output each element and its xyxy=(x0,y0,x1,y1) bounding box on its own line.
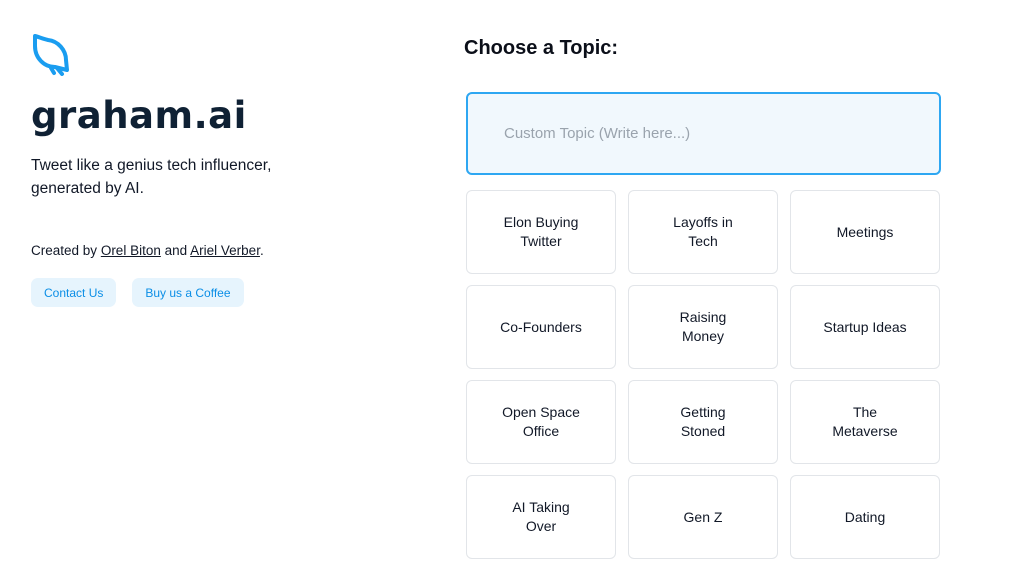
buy-coffee-button[interactable]: Buy us a Coffee xyxy=(132,278,244,307)
sidebar: graham.ai Tweet like a genius tech influ… xyxy=(31,30,331,307)
topic-grid: Elon Buying Twitter Layoffs in Tech Meet… xyxy=(466,190,942,559)
topic-card[interactable]: Startup Ideas xyxy=(790,285,940,369)
page-title: Choose a Topic: xyxy=(464,37,619,59)
topic-card[interactable]: Meetings xyxy=(790,190,940,274)
topic-panel: Choose a Topic: Elon Buying Twitter Layo… xyxy=(464,36,942,559)
topic-card[interactable]: Layoffs in Tech xyxy=(628,190,778,274)
tagline: Tweet like a genius tech influencer, gen… xyxy=(31,157,272,197)
topic-card[interactable]: The Metaverse xyxy=(790,380,940,464)
credits: Created by Orel Biton and Ariel Verber. xyxy=(31,243,331,258)
topic-card[interactable]: Co-Founders xyxy=(466,285,616,369)
author-link-orel[interactable]: Orel Biton xyxy=(101,243,161,258)
custom-topic-input[interactable] xyxy=(466,92,941,175)
topic-card[interactable]: Dating xyxy=(790,475,940,559)
author-link-ariel[interactable]: Ariel Verber xyxy=(190,243,260,258)
bird-icon xyxy=(33,34,69,76)
contact-us-button[interactable]: Contact Us xyxy=(31,278,117,307)
credits-prefix: Created by xyxy=(31,243,98,258)
brand-name: graham.ai xyxy=(31,94,247,137)
topic-card[interactable]: AI Taking Over xyxy=(466,475,616,559)
topic-card[interactable]: Raising Money xyxy=(628,285,778,369)
topic-card[interactable]: Gen Z xyxy=(628,475,778,559)
credits-suffix: . xyxy=(259,243,264,258)
topic-card[interactable]: Elon Buying Twitter xyxy=(466,190,616,274)
action-buttons: Contact Us Buy us a Coffee xyxy=(31,278,331,307)
credits-joiner: and xyxy=(164,243,188,258)
topic-card[interactable]: Open Space Office xyxy=(466,380,616,464)
topic-card[interactable]: Getting Stoned xyxy=(628,380,778,464)
